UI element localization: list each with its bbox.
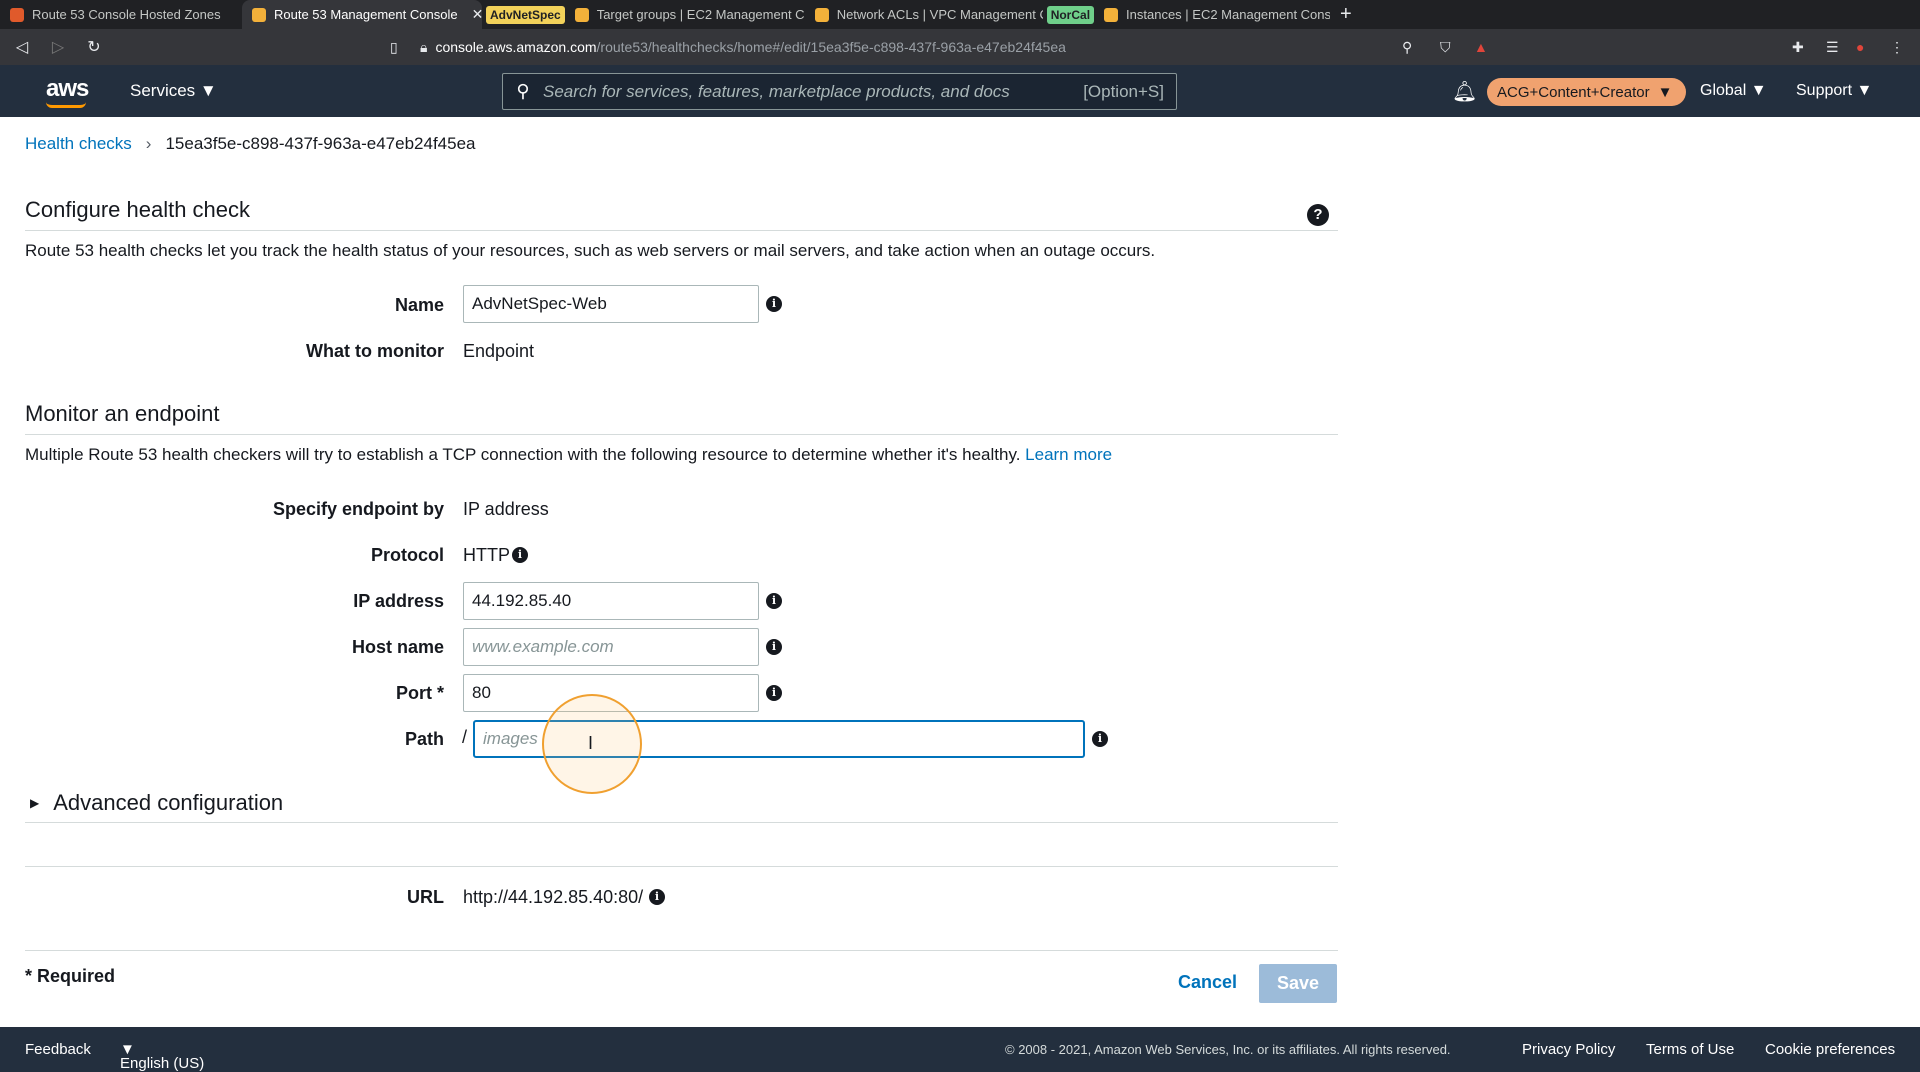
- support-menu[interactable]: Support ▼: [1796, 82, 1872, 100]
- divider: [25, 950, 1338, 951]
- notifications-bell-icon[interactable]: 🔔︎: [1452, 79, 1477, 104]
- help-icon[interactable]: ?: [1307, 204, 1329, 226]
- divider: [25, 230, 1338, 231]
- extensions-icon[interactable]: ✚: [1792, 29, 1804, 65]
- region-menu[interactable]: Global ▼: [1700, 82, 1767, 100]
- browser-tab[interactable]: Route 53 Console Hosted Zones: [0, 0, 242, 29]
- protocol-value: HTTP: [463, 545, 510, 565]
- what-to-monitor-label: What to monitor: [306, 341, 444, 361]
- cookie-preferences-link[interactable]: Cookie preferences: [1765, 1041, 1895, 1058]
- url-label: URL: [407, 887, 444, 907]
- advanced-configuration-toggle[interactable]: ▶ Advanced configuration: [30, 790, 283, 816]
- specify-endpoint-label: Specify endpoint by: [272, 499, 444, 519]
- aws-logo[interactable]: aws: [46, 75, 89, 108]
- endpoint-section-title: Monitor an endpoint: [25, 401, 220, 426]
- host-name-input[interactable]: [463, 628, 759, 666]
- aws-favicon-icon: [252, 7, 266, 22]
- reading-list-icon[interactable]: ☰: [1826, 29, 1839, 65]
- address-bar[interactable]: 🔒︎ console.aws.amazon.com/route53/health…: [420, 29, 1066, 65]
- required-note: * Required: [25, 966, 116, 986]
- browser-tab[interactable]: Instances | EC2 Management Conso: [1094, 0, 1330, 29]
- configure-section-title: Configure health check: [25, 197, 251, 222]
- bookmark-icon[interactable]: ▯: [390, 29, 398, 65]
- back-icon[interactable]: ◁: [8, 37, 36, 57]
- search-bar[interactable]: ⚲ [Option+S]: [502, 73, 1177, 110]
- lock-icon: 🔒︎: [420, 38, 428, 55]
- info-icon[interactable]: i: [766, 639, 782, 655]
- profile-avatar[interactable]: ●: [1856, 29, 1864, 65]
- url-value: http://44.192.85.40:80/: [463, 887, 644, 907]
- ip-address-label: IP address: [353, 591, 444, 611]
- specify-endpoint-value: IP address: [463, 499, 549, 519]
- search-shortcut: [Option+S]: [1083, 81, 1164, 101]
- breadcrumb: Health checks › 15ea3f5e-c898-437f-963a-…: [25, 134, 476, 154]
- brave-shield-icon[interactable]: ⛉: [1440, 29, 1451, 65]
- name-input[interactable]: [463, 285, 759, 323]
- breadcrumb-health-checks-link[interactable]: Health checks: [25, 134, 132, 154]
- rewards-icon[interactable]: ▲: [1474, 29, 1488, 65]
- caret-right-icon: ▶: [30, 796, 40, 810]
- console-footer: Feedback English (US) ▼ © 2008 - 2021, A…: [0, 1027, 1920, 1072]
- browser-tab[interactable]: Network ACLs | VPC Management C: [805, 0, 1043, 29]
- aws-favicon-icon: [814, 7, 829, 22]
- what-to-monitor-value: Endpoint: [463, 341, 535, 361]
- cancel-button[interactable]: Cancel: [1168, 964, 1247, 1001]
- endpoint-description: Multiple Route 53 health checkers will t…: [25, 445, 1113, 464]
- new-tab-button[interactable]: +: [1330, 3, 1362, 26]
- learn-more-link[interactable]: Learn more: [1025, 445, 1112, 464]
- divider: [25, 866, 1338, 867]
- privacy-policy-link[interactable]: Privacy Policy: [1522, 1041, 1615, 1058]
- divider: [25, 434, 1338, 435]
- path-label: Path: [404, 729, 444, 749]
- route53-favicon-icon: [10, 7, 24, 22]
- forward-icon[interactable]: ▷: [44, 37, 72, 57]
- chevron-right-icon: ›: [145, 134, 152, 153]
- info-icon[interactable]: i: [1092, 731, 1108, 747]
- info-icon[interactable]: i: [766, 593, 782, 609]
- port-label: Port *: [395, 683, 444, 703]
- feedback-link[interactable]: Feedback: [25, 1041, 91, 1058]
- info-icon[interactable]: i: [766, 296, 782, 312]
- reload-icon[interactable]: ↻: [80, 37, 108, 57]
- ip-address-input[interactable]: [463, 582, 759, 620]
- text-cursor-icon: I: [588, 733, 594, 753]
- zoom-icon[interactable]: ⚲: [1402, 29, 1412, 65]
- tab-group-label[interactable]: NorCal: [1046, 5, 1095, 24]
- configure-description: Route 53 health checks let you track the…: [25, 241, 1156, 260]
- host-name-label: Host name: [351, 637, 444, 657]
- language-selector[interactable]: English (US) ▼: [120, 1041, 204, 1072]
- info-icon[interactable]: i: [649, 889, 665, 905]
- browser-tab-strip: Route 53 Console Hosted Zones Route 53 M…: [0, 0, 1920, 29]
- path-prefix: /: [462, 727, 468, 747]
- browser-tab[interactable]: Target groups | EC2 Management C: [565, 0, 805, 29]
- protocol-label: Protocol: [370, 545, 444, 565]
- browser-menu-icon[interactable]: ⋮: [1890, 29, 1904, 65]
- tab-group-label[interactable]: AdvNetSpec: [486, 5, 565, 24]
- aws-header: aws Services ▼ ⚲ [Option+S] 🔔︎ ACG+Conte…: [0, 65, 1920, 117]
- name-label: Name: [394, 295, 444, 315]
- divider: [25, 822, 1338, 823]
- info-icon[interactable]: i: [512, 547, 528, 563]
- browser-tab-active[interactable]: Route 53 Management Console ✕: [242, 0, 482, 29]
- search-input[interactable]: [543, 81, 1084, 102]
- search-icon: ⚲: [516, 81, 530, 101]
- account-menu[interactable]: ACG+Content+Creator ▼: [1487, 78, 1687, 106]
- breadcrumb-current: 15ea3f5e-c898-437f-963a-e47eb24f45ea: [165, 134, 476, 153]
- info-icon[interactable]: i: [766, 685, 782, 701]
- close-tab-icon[interactable]: ✕: [472, 6, 482, 23]
- aws-favicon-icon: [574, 7, 589, 22]
- aws-favicon-icon: [1104, 7, 1119, 22]
- copyright-text: © 2008 - 2021, Amazon Web Services, Inc.…: [1005, 1042, 1451, 1057]
- terms-of-use-link[interactable]: Terms of Use: [1646, 1041, 1734, 1058]
- save-button[interactable]: Save: [1259, 964, 1337, 1003]
- browser-toolbar: ◁ ▷ ↻ ▯ 🔒︎ console.aws.amazon.com/route5…: [0, 29, 1920, 65]
- services-menu[interactable]: Services ▼: [130, 81, 217, 101]
